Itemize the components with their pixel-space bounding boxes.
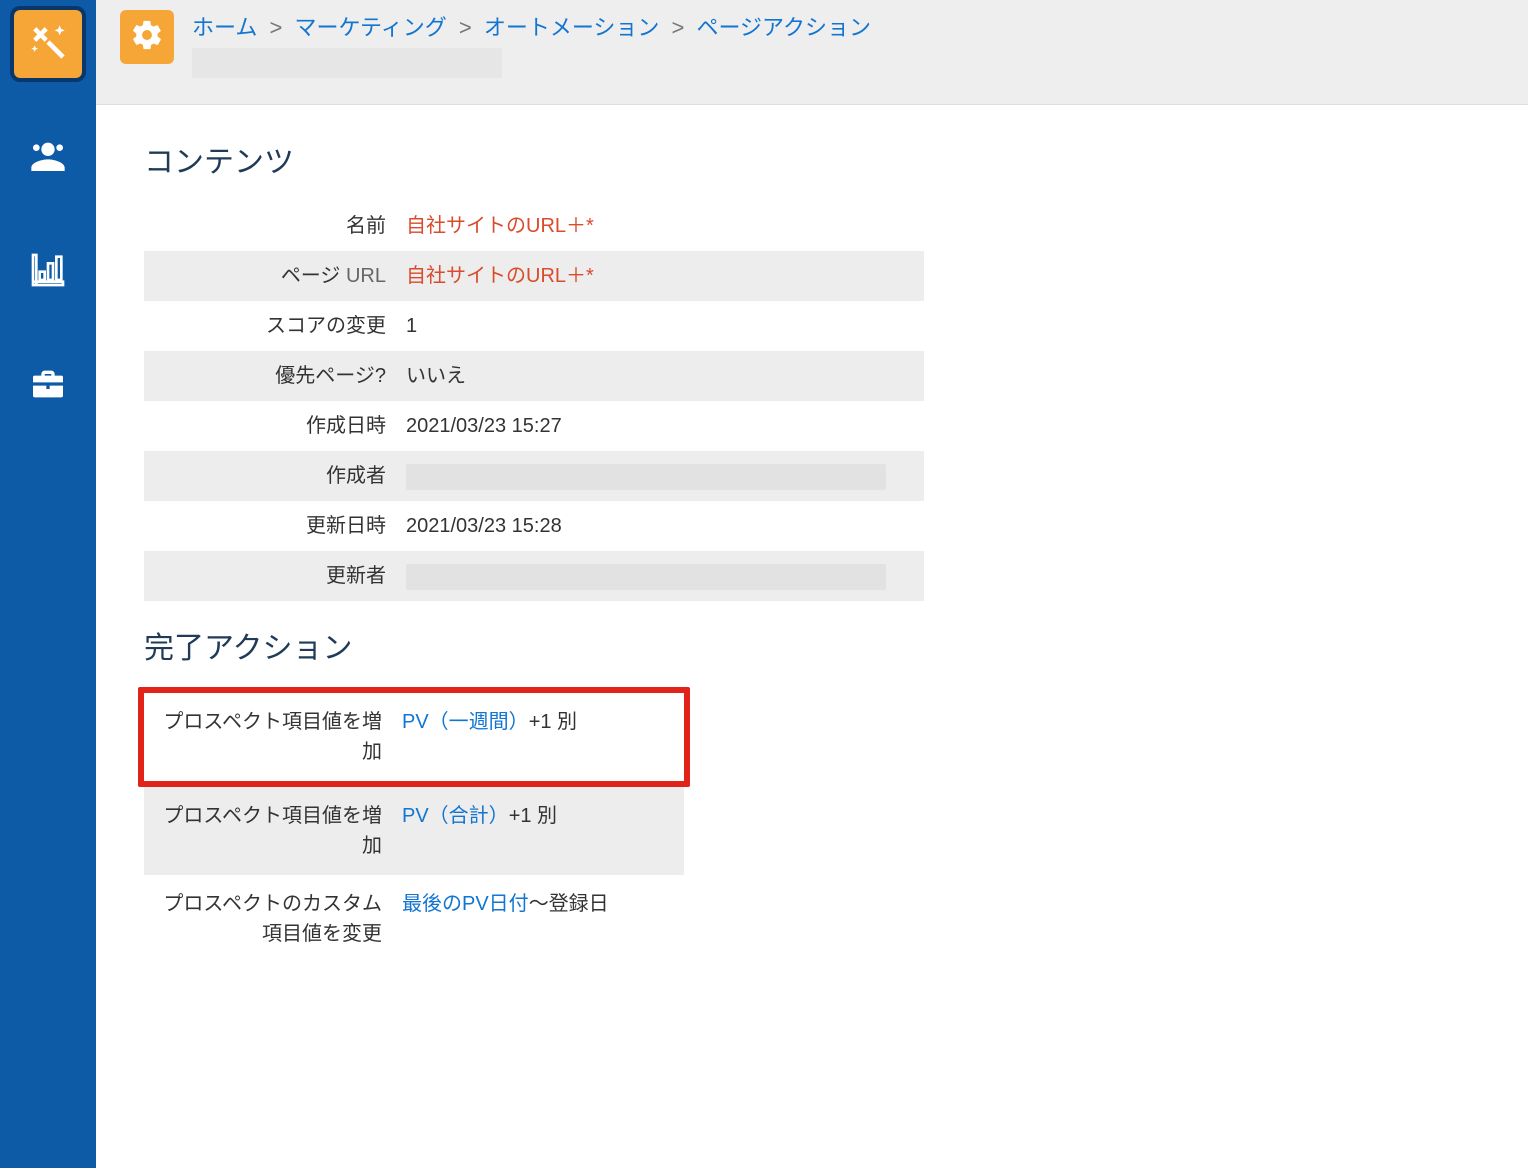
row-created-at: 作成日時 2021/03/23 15:27 <box>144 401 924 451</box>
value-name: 自社サイトのURL＋* <box>406 211 914 241</box>
settings-button[interactable] <box>120 10 174 64</box>
breadcrumb-home[interactable]: ホーム <box>192 15 257 40</box>
content: コンテンツ 名前 自社サイトのURL＋* ページ URL 自社サイトのURL＋*… <box>96 105 1528 1003</box>
label-score: スコアの変更 <box>154 311 406 341</box>
action-value: PV（合計）+1 別 <box>402 801 674 831</box>
chart-icon <box>28 250 68 295</box>
action-suffix: ～登録日 <box>529 893 609 915</box>
briefcase-icon <box>28 364 68 409</box>
breadcrumb-sep: > <box>263 15 288 40</box>
label-name: 名前 <box>154 211 406 241</box>
label-created-at: 作成日時 <box>154 411 406 441</box>
action-label: プロスペクト項目値を増加 <box>162 707 402 767</box>
sidebar-item-briefcase[interactable] <box>14 352 82 420</box>
value-created-at: 2021/03/23 15:27 <box>406 411 914 441</box>
row-name: 名前 自社サイトのURL＋* <box>144 201 924 251</box>
wand-icon <box>28 22 68 67</box>
sidebar-item-chart[interactable] <box>14 238 82 306</box>
action-row: プロスペクトのカスタム項目値を変更 最後のPV日付～登録日 <box>144 875 684 963</box>
section-title-content: コンテンツ <box>144 137 1488 181</box>
value-score: 1 <box>406 311 914 341</box>
action-suffix: +1 別 <box>509 805 557 827</box>
row-updater: 更新者 <box>144 551 924 601</box>
row-creator: 作成者 <box>144 451 924 501</box>
breadcrumb: ホーム > マーケティング > オートメーション > ページアクション <box>192 10 1508 42</box>
label-updated-at: 更新日時 <box>154 511 406 541</box>
row-updated-at: 更新日時 2021/03/23 15:28 <box>144 501 924 551</box>
breadcrumb-sep: > <box>666 15 691 40</box>
value-creator <box>406 461 914 491</box>
label-priority: 優先ページ? <box>154 361 406 391</box>
updater-placeholder <box>406 564 886 590</box>
value-updated-at: 2021/03/23 15:28 <box>406 511 914 541</box>
label-page-url: ページ URL <box>154 261 406 291</box>
creator-placeholder <box>406 464 886 490</box>
action-label: プロスペクト項目値を増加 <box>162 801 402 861</box>
action-row: プロスペクト項目値を増加 PV（合計）+1 別 <box>144 787 684 875</box>
section-title-actions: 完了アクション <box>144 623 1488 667</box>
row-priority: 優先ページ? いいえ <box>144 351 924 401</box>
action-row: プロスペクト項目値を増加 PV（一週間）+1 別 <box>144 693 684 781</box>
sidebar <box>0 0 96 1168</box>
breadcrumb-page-action[interactable]: ページアクション <box>696 15 870 40</box>
action-link[interactable]: PV（一週間） <box>402 711 529 733</box>
action-link[interactable]: 最後のPV日付 <box>402 893 529 915</box>
action-link[interactable]: PV（合計） <box>402 805 509 827</box>
page-title-placeholder <box>192 48 502 78</box>
value-updater <box>406 561 914 591</box>
breadcrumb-automation[interactable]: オートメーション <box>484 15 660 40</box>
value-priority: いいえ <box>406 361 914 391</box>
value-page-url: 自社サイトのURL＋* <box>406 261 914 291</box>
breadcrumb-marketing[interactable]: マーケティング <box>294 15 446 40</box>
action-value: 最後のPV日付～登録日 <box>402 889 674 919</box>
topbar-content: ホーム > マーケティング > オートメーション > ページアクション <box>192 10 1508 78</box>
row-page-url: ページ URL 自社サイトのURL＋* <box>144 251 924 301</box>
label-creator: 作成者 <box>154 461 406 491</box>
breadcrumb-sep: > <box>453 15 478 40</box>
content-table: 名前 自社サイトのURL＋* ページ URL 自社サイトのURL＋* スコアの変… <box>144 201 924 601</box>
main: ホーム > マーケティング > オートメーション > ページアクション コンテン… <box>96 0 1528 1168</box>
sidebar-item-people[interactable] <box>14 124 82 192</box>
gear-icon <box>130 18 164 57</box>
action-value: PV（一週間）+1 別 <box>402 707 674 737</box>
actions-table: プロスペクト項目値を増加 PV（一週間）+1 別 プロスペクト項目値を増加 PV… <box>144 687 684 963</box>
people-icon <box>28 136 68 181</box>
sidebar-item-wand[interactable] <box>14 10 82 78</box>
action-label: プロスペクトのカスタム項目値を変更 <box>162 889 402 949</box>
row-score: スコアの変更 1 <box>144 301 924 351</box>
label-updater: 更新者 <box>154 561 406 591</box>
topbar: ホーム > マーケティング > オートメーション > ページアクション <box>96 0 1528 105</box>
action-suffix: +1 別 <box>529 711 577 733</box>
highlight-box: プロスペクト項目値を増加 PV（一週間）+1 別 <box>138 687 690 787</box>
